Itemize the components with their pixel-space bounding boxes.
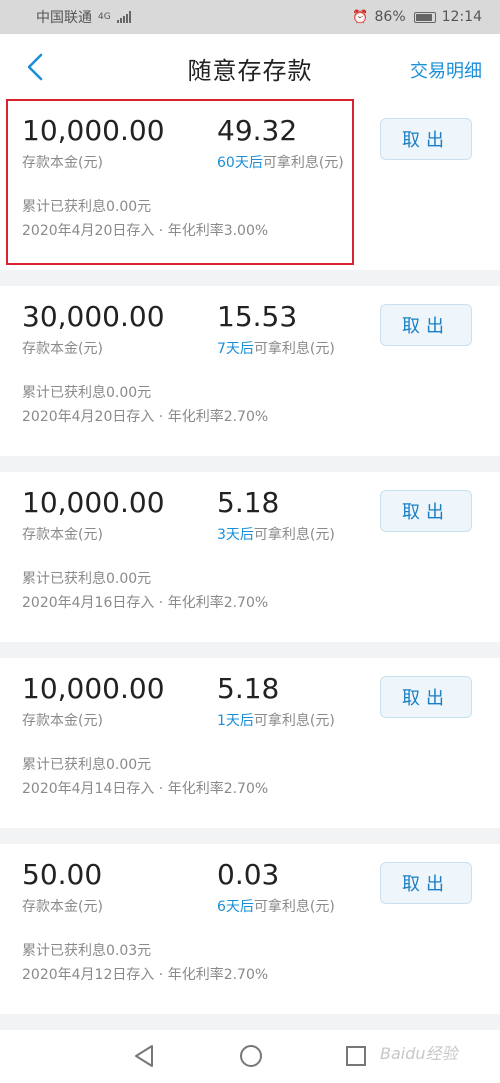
clock: 12:14 <box>441 9 482 25</box>
battery-icon <box>413 11 436 23</box>
withdraw-button[interactable]: 取出 <box>380 676 472 718</box>
withdraw-button[interactable]: 取出 <box>380 118 472 160</box>
withdraw-button[interactable]: 取出 <box>380 862 472 904</box>
deposit-amount: 30,000.00 <box>22 300 165 333</box>
alarm-icon: ⏰ <box>352 9 369 25</box>
deposit-meta: 2020年4月16日存入 · 年化利率2.70% <box>22 595 269 611</box>
status-bar: 中国联通 4G ⏰ 86% 12:14 <box>0 0 500 34</box>
nav-back-icon[interactable] <box>132 1043 156 1069</box>
battery-percent: 86% <box>374 9 406 25</box>
network-type: 4G <box>98 12 111 22</box>
accumulated-interest: 累计已获利息0.00元 <box>22 385 152 401</box>
interest-label: 60天后可拿利息(元) <box>217 152 344 172</box>
deposit-card: 30,000.00 存款本金(元) 15.53 7天后可拿利息(元) 累计已获利… <box>0 286 500 456</box>
header-bar: 随意存存款 交易明细 <box>0 34 500 100</box>
deposit-amount: 10,000.00 <box>22 486 165 519</box>
interest-amount: 49.32 <box>217 114 298 147</box>
deposit-amount: 10,000.00 <box>22 114 165 147</box>
principal-label: 存款本金(元) <box>22 899 103 915</box>
interest-suffix: 可拿利息(元) <box>262 155 344 171</box>
deposit-amount: 10,000.00 <box>22 672 165 705</box>
deposit-card: 10,000.00 存款本金(元) 5.18 3天后可拿利息(元) 累计已获利息… <box>0 472 500 642</box>
interest-amount: 15.53 <box>217 300 298 333</box>
days-until-interest: 6天后 <box>217 899 254 915</box>
interest-suffix: 可拿利息(元) <box>253 899 335 915</box>
deposit-card: 10,000.00 存款本金(元) 49.32 60天后可拿利息(元) 累计已获… <box>0 100 500 270</box>
principal-label: 存款本金(元) <box>22 155 103 171</box>
principal-label: 存款本金(元) <box>22 527 103 543</box>
deposit-amount: 50.00 <box>22 858 103 891</box>
interest-amount: 5.18 <box>217 672 280 705</box>
nav-home-icon[interactable] <box>238 1043 264 1069</box>
deposit-card: 50.00 存款本金(元) 0.03 6天后可拿利息(元) 累计已获利息0.03… <box>0 844 500 1014</box>
principal-label: 存款本金(元) <box>22 713 103 729</box>
accumulated-interest: 累计已获利息0.00元 <box>22 571 152 587</box>
interest-suffix: 可拿利息(元) <box>253 527 335 543</box>
status-left: 中国联通 4G <box>36 7 131 27</box>
deposit-card: 10,000.00 存款本金(元) 5.18 1天后可拿利息(元) 累计已获利息… <box>0 658 500 828</box>
nav-recent-apps-icon[interactable] <box>344 1043 368 1069</box>
carrier-name: 中国联通 <box>36 10 92 26</box>
deposit-meta: 2020年4月20日存入 · 年化利率2.70% <box>22 409 269 425</box>
days-until-interest: 3天后 <box>217 527 254 543</box>
transaction-detail-link[interactable]: 交易明细 <box>410 57 482 83</box>
days-until-interest: 1天后 <box>217 713 254 729</box>
signal-icon <box>116 11 131 23</box>
watermark-logo: Baidu经验 <box>380 1044 458 1063</box>
interest-label: 7天后可拿利息(元) <box>217 338 335 358</box>
deposit-meta: 2020年4月20日存入 · 年化利率3.00% <box>22 223 269 239</box>
interest-label: 6天后可拿利息(元) <box>217 896 335 916</box>
principal-label: 存款本金(元) <box>22 341 103 357</box>
accumulated-interest: 累计已获利息0.03元 <box>22 943 152 959</box>
deposit-meta: 2020年4月12日存入 · 年化利率2.70% <box>22 967 269 983</box>
withdraw-button[interactable]: 取出 <box>380 490 472 532</box>
deposit-meta: 2020年4月14日存入 · 年化利率2.70% <box>22 781 269 797</box>
days-until-interest: 60天后 <box>217 155 263 171</box>
accumulated-interest: 累计已获利息0.00元 <box>22 757 152 773</box>
status-right: ⏰ 86% 12:14 <box>352 9 482 25</box>
days-until-interest: 7天后 <box>217 341 254 357</box>
interest-label: 3天后可拿利息(元) <box>217 524 335 544</box>
interest-amount: 0.03 <box>217 858 280 891</box>
accumulated-interest: 累计已获利息0.00元 <box>22 199 152 215</box>
interest-label: 1天后可拿利息(元) <box>217 710 335 730</box>
withdraw-button[interactable]: 取出 <box>380 304 472 346</box>
interest-amount: 5.18 <box>217 486 280 519</box>
interest-suffix: 可拿利息(元) <box>253 341 335 357</box>
interest-suffix: 可拿利息(元) <box>253 713 335 729</box>
